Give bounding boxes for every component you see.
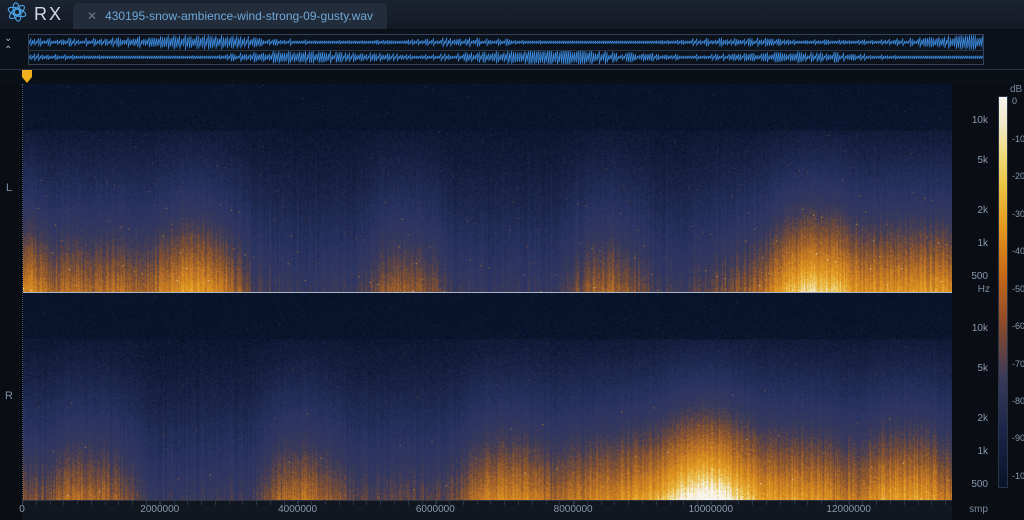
timeline-ruler[interactable] <box>0 70 1024 84</box>
time-tick: 4000000 <box>278 504 317 515</box>
db-gradient-icon <box>998 96 1008 488</box>
close-icon[interactable]: ✕ <box>87 10 97 22</box>
freq-tick: 500 <box>971 271 988 282</box>
spectrogram-left-channel[interactable] <box>23 84 952 292</box>
db-tick: -80 <box>1012 396 1024 406</box>
title-bar: RX ✕ 430195-snow-ambience-wind-strong-09… <box>0 0 1024 30</box>
freq-tick: 500 <box>971 479 988 490</box>
channel-labels: L R <box>0 84 18 500</box>
db-tick: 0 <box>1012 96 1017 106</box>
db-tick: -20 <box>1012 171 1024 181</box>
time-tick: 2000000 <box>140 504 179 515</box>
channel-label-right: R <box>0 292 18 500</box>
freq-tick: 1k <box>977 446 988 457</box>
logo-swirl-icon <box>6 1 28 28</box>
freq-tick: 10k <box>972 115 988 126</box>
app-root: RX ✕ 430195-snow-ambience-wind-strong-09… <box>0 0 1024 520</box>
time-axis-unit: smp <box>969 504 988 515</box>
time-tick: 0 <box>19 504 25 515</box>
db-tick: -50 <box>1012 284 1024 294</box>
chevron-down-icon[interactable]: ⌄ <box>4 34 12 44</box>
overview-strip[interactable]: ⌄ ⌃ <box>0 30 1024 70</box>
time-tick: 12000000 <box>826 504 871 515</box>
db-tick: -90 <box>1012 433 1024 443</box>
db-color-scale: dB 0 -10 -20 -30 -40 -50 -60 -70 -80 -90 -100 <box>992 84 1024 500</box>
freq-tick: 5k <box>977 363 988 374</box>
db-tick: -40 <box>1012 246 1024 256</box>
db-tick: -60 <box>1012 321 1024 331</box>
app-brand-text: RX <box>34 4 63 25</box>
db-tick: -100 <box>1012 471 1024 481</box>
spectrogram-right-channel[interactable] <box>23 292 952 501</box>
time-tick: 10000000 <box>689 504 734 515</box>
time-tick: 6000000 <box>416 504 455 515</box>
app-logo: RX <box>0 0 73 29</box>
freq-tick: 2k <box>977 205 988 216</box>
freq-tick: 1k <box>977 238 988 249</box>
freq-tick: 10k <box>972 323 988 334</box>
freq-tick: 5k <box>977 155 988 166</box>
chevron-up-icon[interactable]: ⌃ <box>4 46 12 56</box>
db-tick: -70 <box>1012 359 1024 369</box>
overview-waveform[interactable] <box>28 34 984 65</box>
freq-tick: 2k <box>977 413 988 424</box>
spectrogram-canvas-column[interactable] <box>22 84 952 500</box>
file-tab-label: 430195-snow-ambience-wind-strong-09-gust… <box>105 9 373 23</box>
spectrogram-area: L R Hz 10k 5k 2k 1k 500 10k 5k 2k 1k 500 dB 0 -10 -… <box>0 84 1024 500</box>
overview-toggle-group: ⌄ ⌃ <box>4 34 12 56</box>
time-tick: 8000000 <box>554 504 593 515</box>
db-scale-unit: dB <box>1010 84 1022 95</box>
frequency-axis-unit: Hz <box>978 284 990 295</box>
file-tab[interactable]: ✕ 430195-snow-ambience-wind-strong-09-gu… <box>73 3 387 29</box>
db-tick: -10 <box>1012 134 1024 144</box>
frequency-axis: Hz 10k 5k 2k 1k 500 10k 5k 2k 1k 500 <box>952 84 992 500</box>
time-axis: smp 020000004000000600000080000001000000… <box>22 500 952 520</box>
db-tick: -30 <box>1012 209 1024 219</box>
channel-label-left: L <box>0 84 18 292</box>
playhead-marker-icon[interactable] <box>22 70 32 84</box>
